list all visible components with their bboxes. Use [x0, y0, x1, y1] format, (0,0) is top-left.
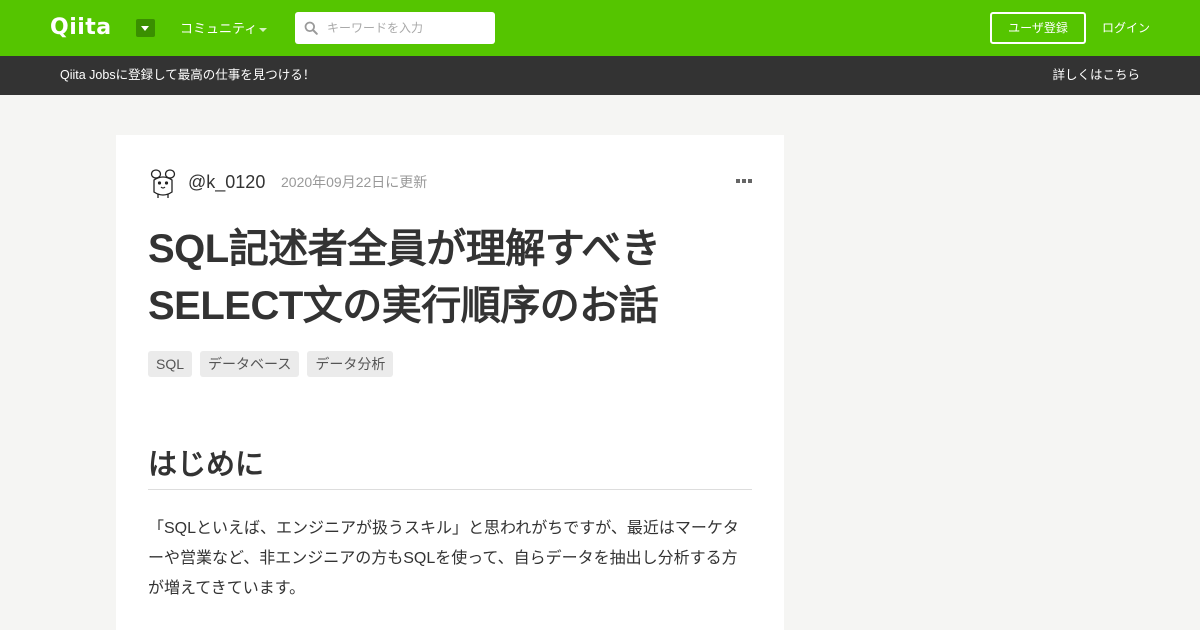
intro-paragraph: 「SQLといえば、エンジニアが扱うスキル」と思われがちですが、最近はマーケターや… — [148, 520, 739, 597]
search-box — [295, 12, 495, 44]
updated-date: 2020年09月22日に更新 — [281, 174, 428, 190]
section-heading: はじめに — [148, 443, 752, 490]
title-line-2: SELECT文の実行順序のお話 — [148, 284, 659, 328]
login-link[interactable]: ログイン — [1102, 19, 1150, 37]
title-line-1: SQL記述者全員が理解すべき — [148, 227, 661, 271]
tag-sql[interactable]: SQL — [148, 351, 193, 377]
community-menu[interactable]: コミュニティ — [180, 21, 257, 39]
qiita-logo[interactable]: Qiita — [50, 15, 112, 41]
tag-data-analysis[interactable]: データ分析 — [307, 351, 394, 377]
banner-text: Qiita Jobsに登録して最高の仕事を見つける！ — [60, 68, 316, 82]
search-input[interactable] — [325, 12, 490, 44]
jobs-banner: Qiita Jobsに登録して最高の仕事を見つける！ 詳しくはこちら — [0, 56, 1200, 95]
article-card: @k_0120 2020年09月22日に更新 SQL記述者全員が理解すべき SE… — [116, 135, 784, 630]
article-title: SQL記述者全員が理解すべき SELECT文の実行順序のお話 — [148, 221, 728, 335]
signup-button[interactable]: ユーザ登録 — [990, 12, 1086, 44]
chevron-down-icon[interactable] — [136, 19, 155, 37]
more-options-icon[interactable] — [736, 179, 752, 185]
tag-list: SQL データベース データ分析 — [148, 351, 394, 377]
avatar[interactable] — [148, 168, 178, 198]
author-username[interactable]: @k_0120 — [188, 171, 265, 193]
tag-database[interactable]: データベース — [200, 351, 300, 377]
banner-details-link[interactable]: 詳しくはこちら — [1052, 67, 1140, 84]
top-navbar: Qiita コミュニティ ユーザ登録 ログイン — [0, 0, 1200, 56]
community-chevron-icon — [259, 28, 267, 32]
search-icon — [304, 21, 318, 35]
